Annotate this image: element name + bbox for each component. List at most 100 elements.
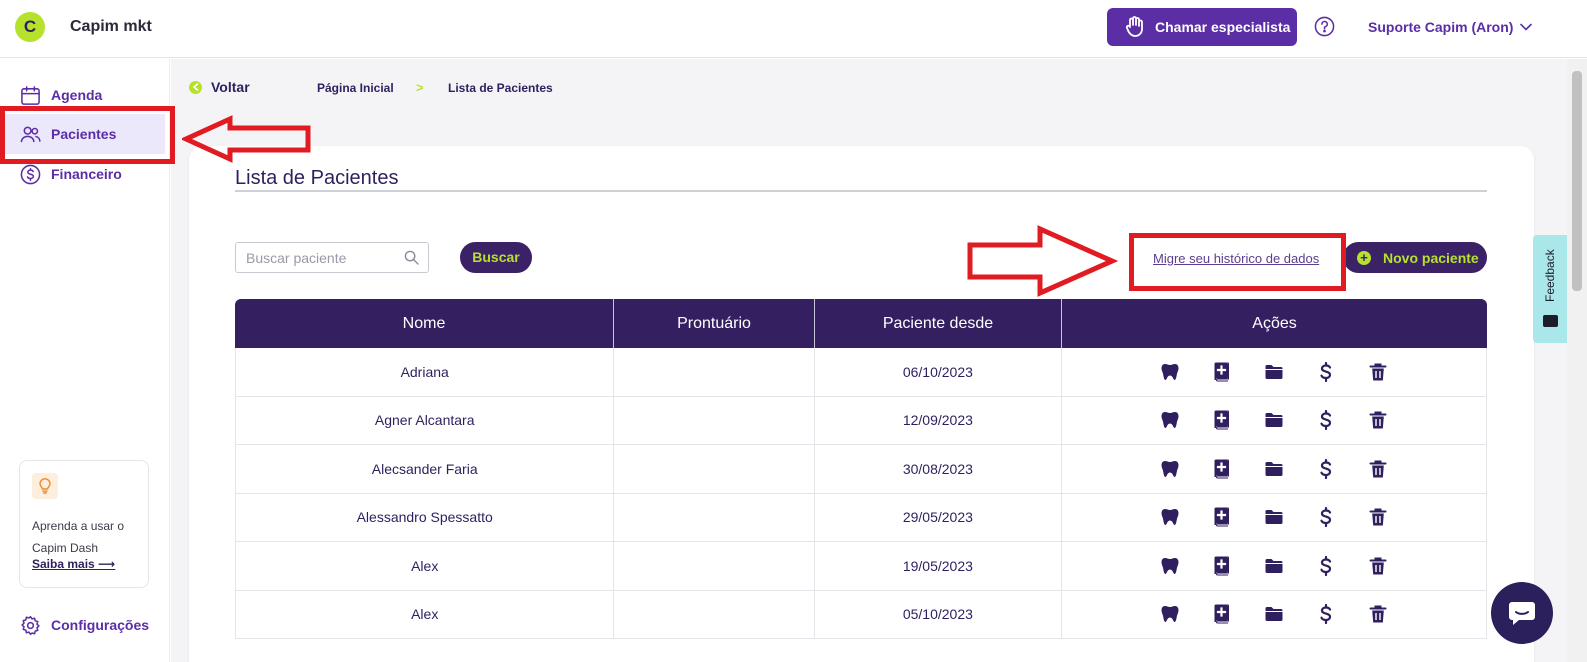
folder-icon[interactable] — [1263, 409, 1285, 431]
gear-icon — [21, 615, 40, 635]
tip-card: Aprenda a usar o Capim Dash Saiba mais ⟶ — [19, 460, 149, 588]
dollar-icon[interactable] — [1315, 361, 1337, 383]
cell-record — [614, 348, 816, 396]
trash-icon[interactable] — [1367, 555, 1389, 577]
table-row[interactable]: Alex 05/10/2023 — [235, 590, 1487, 639]
search-input[interactable] — [236, 243, 396, 272]
cell-actions — [1062, 397, 1486, 445]
feedback-icon — [1543, 315, 1558, 327]
column-header-actions: Ações — [1252, 314, 1297, 332]
user-menu[interactable]: Suporte Capim (Aron) — [1368, 19, 1513, 35]
tooth-icon[interactable] — [1159, 458, 1181, 480]
page-title: Lista de Pacientes — [235, 167, 399, 189]
search-button[interactable]: Buscar — [460, 242, 532, 273]
trash-icon[interactable] — [1367, 361, 1389, 383]
cell-patient-name[interactable]: Adriana — [236, 348, 615, 396]
table-row[interactable]: Adriana 06/10/2023 — [235, 348, 1487, 397]
table-row[interactable]: Alex 19/05/2023 — [235, 542, 1487, 591]
medical-book-icon[interactable] — [1211, 409, 1233, 431]
arrow-right-annotation — [967, 225, 1118, 297]
cell-patient-name[interactable]: Alessandro Spessatto — [236, 493, 615, 541]
tooth-icon[interactable] — [1159, 409, 1181, 431]
dollar-icon[interactable] — [1315, 603, 1337, 625]
plus-icon: + — [1357, 250, 1371, 265]
cell-record — [614, 445, 816, 493]
call-specialist-label: Chamar especialista — [1155, 19, 1291, 35]
new-patient-label: Novo paciente — [1383, 249, 1479, 266]
scrollbar-thumb[interactable] — [1572, 71, 1582, 291]
cell-patient-name[interactable]: Alex — [236, 590, 615, 638]
column-header-since: Paciente desde — [815, 299, 1062, 348]
dollar-icon[interactable] — [1315, 555, 1337, 577]
trash-icon[interactable] — [1367, 409, 1389, 431]
cell-patient-name[interactable]: Alex — [236, 542, 615, 590]
table-row[interactable]: Alecsander Faria 30/08/2023 — [235, 445, 1487, 494]
app-logo[interactable]: C — [15, 12, 45, 42]
trash-icon[interactable] — [1367, 506, 1389, 528]
folder-icon[interactable] — [1263, 603, 1285, 625]
folder-icon[interactable] — [1263, 458, 1285, 480]
tip-text: Aprenda a usar o Capim Dash — [32, 519, 125, 555]
breadcrumb-home[interactable]: Página Inicial — [317, 81, 394, 95]
medical-book-icon[interactable] — [1211, 458, 1233, 480]
back-button[interactable]: Voltar — [189, 79, 250, 95]
medical-book-icon[interactable] — [1211, 603, 1233, 625]
call-specialist-button[interactable]: Chamar especialista — [1107, 8, 1297, 46]
main-content: Voltar Página Inicial > Lista de Pacient… — [171, 59, 1567, 662]
table-row[interactable]: Agner Alcantara 12/09/2023 — [235, 396, 1487, 445]
dollar-icon[interactable] — [1315, 458, 1337, 480]
highlight-box-migrate — [1129, 233, 1346, 291]
folder-icon[interactable] — [1263, 506, 1285, 528]
column-header-record: Prontuário — [614, 299, 815, 348]
dollar-icon[interactable] — [1315, 506, 1337, 528]
cell-record — [614, 542, 816, 590]
back-label: Voltar — [211, 79, 250, 95]
cell-patient-name[interactable]: Alecsander Faria — [236, 445, 615, 493]
tooth-icon[interactable] — [1159, 506, 1181, 528]
table-row[interactable]: Alessandro Spessatto 29/05/2023 — [235, 493, 1487, 542]
cell-actions — [1062, 591, 1486, 639]
trash-icon[interactable] — [1367, 458, 1389, 480]
folder-icon[interactable] — [1263, 361, 1285, 383]
cell-record — [614, 493, 816, 541]
table-body: Adriana 06/10/2023 Agner Alcantara 12/09/20… — [235, 348, 1487, 639]
chat-button[interactable] — [1491, 582, 1553, 644]
search-box — [235, 242, 429, 273]
trash-icon[interactable] — [1367, 603, 1389, 625]
patients-table: Nome Prontuário Paciente desde Ações Adr… — [235, 299, 1487, 639]
cell-actions — [1062, 494, 1486, 542]
dollar-icon[interactable] — [1315, 409, 1337, 431]
scrollbar[interactable] — [1567, 59, 1587, 662]
chat-icon — [1509, 602, 1535, 625]
cell-patient-since: 05/10/2023 — [815, 590, 1062, 638]
cell-actions — [1062, 348, 1486, 396]
medical-book-icon[interactable] — [1211, 555, 1233, 577]
cell-patient-name[interactable]: Agner Alcantara — [236, 396, 615, 444]
folder-icon[interactable] — [1263, 555, 1285, 577]
tooth-icon[interactable] — [1159, 361, 1181, 383]
highlight-box-pacientes — [0, 106, 175, 164]
tooth-icon[interactable] — [1159, 603, 1181, 625]
top-bar: C Capim mkt Chamar especialista Suporte … — [0, 0, 1587, 58]
help-icon[interactable] — [1314, 16, 1335, 37]
medical-book-icon[interactable] — [1211, 506, 1233, 528]
medical-book-icon[interactable] — [1211, 361, 1233, 383]
dollar-circle-icon — [20, 164, 41, 184]
cell-patient-since: 19/05/2023 — [815, 542, 1062, 590]
patients-card: Lista de Pacientes Buscar Migre seu hist… — [189, 146, 1534, 662]
breadcrumb-current: Lista de Pacientes — [448, 81, 553, 95]
hand-icon — [1125, 16, 1143, 37]
title-divider — [235, 190, 1487, 192]
brand-name: Capim mkt — [70, 18, 152, 35]
sidebar-item-settings[interactable]: Configurações — [0, 605, 165, 645]
settings-label: Configurações — [51, 617, 150, 633]
cell-actions — [1062, 445, 1486, 493]
chevron-down-icon[interactable] — [1519, 20, 1533, 34]
search-icon[interactable] — [404, 250, 419, 265]
tooth-icon[interactable] — [1159, 555, 1181, 577]
new-patient-button[interactable]: + Novo paciente — [1343, 242, 1487, 273]
feedback-tab[interactable]: Feedback — [1533, 235, 1567, 343]
calendar-icon — [21, 85, 40, 105]
learn-more-link[interactable]: Saiba mais ⟶ — [32, 557, 115, 571]
sidebar-item-label: Agenda — [51, 87, 103, 103]
